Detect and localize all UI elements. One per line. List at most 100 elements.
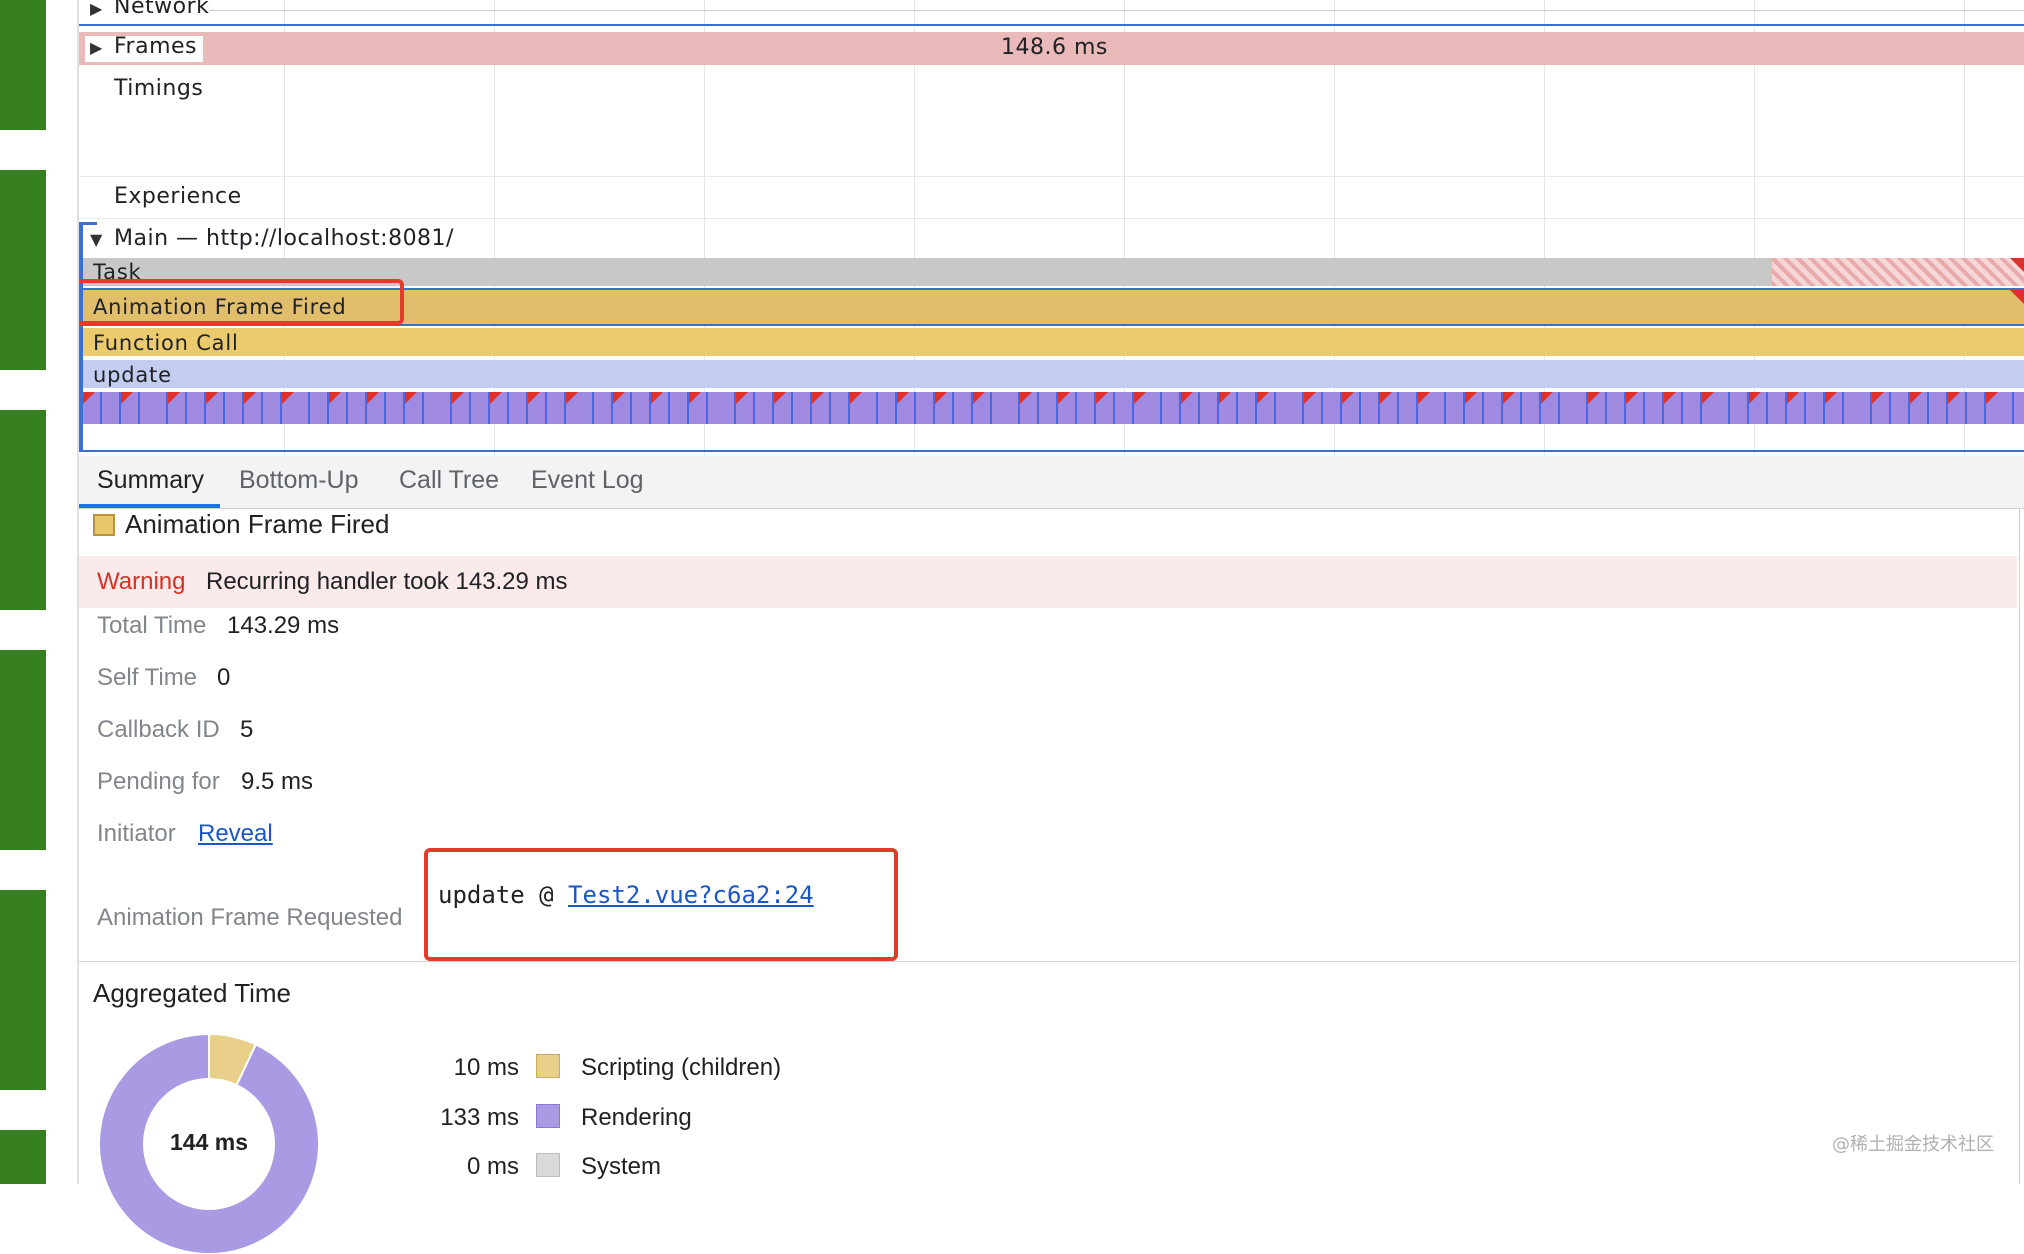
rendering-tick[interactable] (566, 392, 594, 424)
rendering-tick[interactable] (1361, 392, 1380, 424)
rendering-tick[interactable] (1257, 392, 1276, 424)
rendering-tick[interactable] (1522, 392, 1541, 424)
rendering-tick[interactable] (1730, 392, 1749, 424)
rendering-tick[interactable] (424, 392, 452, 424)
rendering-tick[interactable] (1749, 392, 1768, 424)
expand-frames-icon[interactable]: ▶ (90, 38, 102, 57)
rendering-tick[interactable] (367, 392, 386, 424)
rendering-tick[interactable] (1986, 392, 2014, 424)
rendering-tick[interactable] (2014, 392, 2024, 424)
rendering-tick[interactable] (1134, 392, 1162, 424)
rendering-tick[interactable] (708, 392, 736, 424)
rendering-tick[interactable] (916, 392, 935, 424)
rendering-tick[interactable] (1418, 392, 1446, 424)
rendering-tick[interactable] (509, 392, 528, 424)
tab-bottom-up[interactable]: Bottom-Up (239, 466, 358, 495)
rendering-tick[interactable] (1948, 392, 1967, 424)
rendering-tick[interactable] (1200, 392, 1219, 424)
rendering-tick[interactable] (1181, 392, 1200, 424)
rendering-tick[interactable] (263, 392, 282, 424)
rendering-tick[interactable] (329, 392, 348, 424)
rendering-tick[interactable] (831, 392, 850, 424)
rendering-ticks[interactable] (83, 392, 2024, 424)
track-timings[interactable]: Timings (114, 76, 203, 101)
rendering-tick[interactable] (1588, 392, 1607, 424)
tab-event-log[interactable]: Event Log (531, 466, 644, 495)
rendering-tick[interactable] (1219, 392, 1238, 424)
rendering-tick[interactable] (812, 392, 831, 424)
rendering-tick[interactable] (1162, 392, 1181, 424)
rendering-tick[interactable] (1645, 392, 1664, 424)
rendering-tick[interactable] (102, 392, 121, 424)
rendering-tick[interactable] (1910, 392, 1929, 424)
initiator-reveal-link[interactable]: Reveal (198, 820, 273, 848)
rendering-tick[interactable] (774, 392, 793, 424)
rendering-tick[interactable] (471, 392, 490, 424)
rendering-tick[interactable] (1503, 392, 1522, 424)
rendering-tick[interactable] (1238, 392, 1257, 424)
rendering-tick[interactable] (755, 392, 774, 424)
collapse-main-icon[interactable]: ▼ (90, 230, 102, 249)
rendering-tick[interactable] (1683, 392, 1702, 424)
rendering-tick[interactable] (973, 392, 992, 424)
rendering-tick[interactable] (490, 392, 509, 424)
rendering-tick[interactable] (348, 392, 367, 424)
rendering-tick[interactable] (594, 392, 613, 424)
rendering-tick[interactable] (1323, 392, 1342, 424)
rendering-tick[interactable] (1626, 392, 1645, 424)
rendering-tick[interactable] (613, 392, 632, 424)
tab-summary[interactable]: Summary (97, 466, 204, 495)
rendering-tick[interactable] (1541, 392, 1560, 424)
rendering-tick[interactable] (1058, 392, 1077, 424)
rendering-tick[interactable] (897, 392, 916, 424)
rendering-tick[interactable] (1096, 392, 1115, 424)
rendering-tick[interactable] (1929, 392, 1948, 424)
rendering-tick[interactable] (1787, 392, 1806, 424)
rendering-tick[interactable] (1380, 392, 1399, 424)
rendering-tick[interactable] (1484, 392, 1503, 424)
rendering-tick[interactable] (187, 392, 206, 424)
rendering-tick[interactable] (1020, 392, 1039, 424)
track-frames[interactable]: Frames (114, 34, 197, 59)
rendering-tick[interactable] (140, 392, 168, 424)
rendering-tick[interactable] (935, 392, 954, 424)
rendering-tick[interactable] (244, 392, 263, 424)
rendering-tick[interactable] (954, 392, 973, 424)
rendering-tick[interactable] (1967, 392, 1986, 424)
rendering-tick[interactable] (1891, 392, 1910, 424)
rendering-tick[interactable] (1806, 392, 1825, 424)
rendering-tick[interactable] (83, 392, 102, 424)
rendering-tick[interactable] (1465, 392, 1484, 424)
rendering-tick[interactable] (850, 392, 878, 424)
flame-function-call[interactable]: Function Call (83, 328, 2024, 356)
rendering-tick[interactable] (1077, 392, 1096, 424)
rendering-tick[interactable] (1872, 392, 1891, 424)
rendering-tick[interactable] (405, 392, 424, 424)
rendering-tick[interactable] (1446, 392, 1465, 424)
rendering-tick[interactable] (1115, 392, 1134, 424)
flame-update[interactable]: update (83, 360, 2024, 388)
rendering-tick[interactable] (386, 392, 405, 424)
rendering-tick[interactable] (632, 392, 651, 424)
rendering-tick[interactable] (1768, 392, 1787, 424)
rendering-tick[interactable] (670, 392, 689, 424)
rendering-tick[interactable] (1844, 392, 1872, 424)
track-main[interactable]: Main — http://localhost:8081/ (114, 226, 454, 251)
rendering-tick[interactable] (689, 392, 708, 424)
tab-call-tree[interactable]: Call Tree (399, 466, 499, 495)
rendering-tick[interactable] (282, 392, 310, 424)
track-network[interactable]: Network (114, 0, 209, 19)
rendering-tick[interactable] (1702, 392, 1730, 424)
rendering-tick[interactable] (1560, 392, 1588, 424)
rendering-tick[interactable] (992, 392, 1020, 424)
rendering-tick[interactable] (1342, 392, 1361, 424)
rendering-tick[interactable] (310, 392, 329, 424)
rendering-tick[interactable] (528, 392, 547, 424)
rendering-tick[interactable] (736, 392, 755, 424)
timeline-panel[interactable]: ▶ Network ▶ Frames 148.6 ms Timings Expe… (79, 0, 2024, 456)
rendering-tick[interactable] (452, 392, 471, 424)
rendering-tick[interactable] (1276, 392, 1304, 424)
expand-network-icon[interactable]: ▶ (90, 0, 102, 18)
rendering-tick[interactable] (1039, 392, 1058, 424)
rendering-tick[interactable] (1399, 392, 1418, 424)
